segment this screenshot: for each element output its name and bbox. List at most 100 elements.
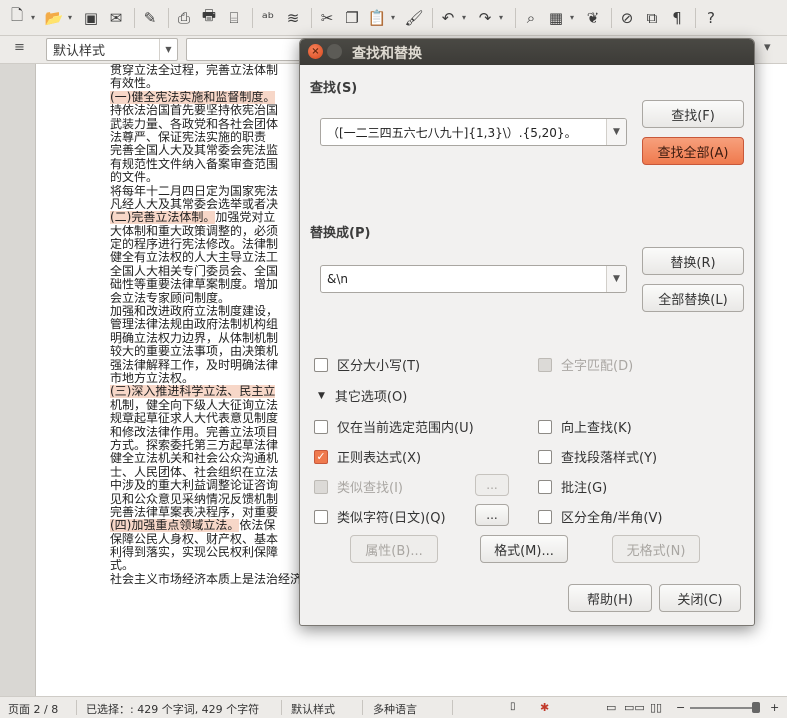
table-dropdown-icon[interactable]: ▾ [570,13,578,22]
document-line-text: 中涉及的重大利益调整论证咨询 [110,479,279,493]
help-icon[interactable]: ? [700,7,722,29]
document-line-text: 和修改法律作用。完善立法项目 [110,425,279,439]
paste-icon[interactable]: 📋 [366,7,388,29]
table-icon[interactable]: ▦ [545,7,567,29]
search-match-highlight[interactable]: (一)健全宪法实施和监督制度。 [110,90,276,104]
replace-button[interactable]: 替换(R) [642,247,744,275]
zoom-out-icon[interactable]: − [676,701,685,714]
other-options-expander[interactable]: ▼ 其它选项(O) [318,386,407,405]
open-dropdown-icon[interactable]: ▾ [68,13,76,22]
gallery-icon[interactable]: ⧉ [641,7,663,29]
replace-input[interactable]: &\n ▼ [320,265,627,293]
spellcheck-icon[interactable]: ᵃᵇ [257,7,279,29]
page-indicator[interactable]: 页面 2 / 8 [8,701,58,717]
checkbox-box[interactable] [314,357,328,372]
whole-words-checkbox[interactable]: 全字匹配(D) [538,355,633,374]
print-icon[interactable]: 🖶 [198,6,220,29]
email-icon[interactable]: ✉ [105,7,127,29]
document-line-text: 将每年十二月四日定为国家宪法 [110,184,279,198]
new-document-icon[interactable]: 🗋 [6,6,28,29]
document-line-text: 武装力量、各政党和各社会团体 [110,117,279,131]
multi-page-view-icon[interactable]: ▭▭ [624,701,645,714]
styles-icon[interactable]: ≡ [14,40,25,55]
formatting-marks-icon[interactable]: ¶ [666,7,688,29]
help-button[interactable]: 帮助(H) [568,584,652,612]
zoom-slider-handle[interactable] [752,702,760,713]
replace-all-button[interactable]: 全部替换(L) [642,284,744,312]
word-count[interactable]: 已选择：: 429 个字词, 429 个字符 [86,701,259,717]
open-icon[interactable]: 📂 [43,7,65,29]
minimize-icon[interactable] [327,44,342,59]
checkbox-box[interactable] [538,509,552,524]
find-next-button[interactable]: 查找(F) [642,100,744,128]
document-line-text: 础性等重要法律草案制度。增加 [110,278,279,292]
page-style[interactable]: 默认样式 [291,701,335,717]
search-match-highlight[interactable]: (三)深入推进科学立法、民主立 [110,385,276,399]
sounds-like-options-button[interactable]: ... [475,504,509,526]
export-pdf-icon[interactable]: ⎙ [173,7,195,29]
document-line-text: 较大的重要立法事项，由决策机 [110,345,279,359]
find-replace-icon[interactable]: ⌕ [520,7,542,29]
chevron-down-icon[interactable]: ▼ [159,39,177,60]
document-line-text: 的文件。 [110,171,159,185]
checkbox-box[interactable] [538,449,552,464]
checkbox-box[interactable] [314,419,328,434]
navigator-icon[interactable]: ⊘ [616,7,638,29]
match-case-checkbox[interactable]: 区分大小写(T) [314,355,420,374]
checkbox-box[interactable] [538,357,552,372]
regex-checkbox[interactable]: ✓ 正则表达式(X) [314,447,421,466]
autospellcheck-icon[interactable]: ≋ [282,7,304,29]
checkbox-box[interactable] [314,479,328,494]
similarity-options-button[interactable]: ... [475,474,509,496]
font-name-select[interactable] [186,38,306,61]
print-preview-icon[interactable]: ⌸ [223,7,245,29]
checkbox-box[interactable] [314,509,328,524]
search-match-highlight[interactable]: (四)加强重点领域立法。 [110,519,240,533]
book-view-icon[interactable]: ▯▯ [650,701,662,714]
attributes-button[interactable]: 属性(B)... [350,535,438,563]
similarity-checkbox[interactable]: 类似查找(I) [314,477,403,496]
close-button[interactable]: 关闭(C) [659,584,741,612]
zoom-slider[interactable] [690,707,760,709]
checkbox-box[interactable] [538,419,552,434]
signature-icon[interactable]: ✱ [540,701,549,714]
sounds-like-checkbox[interactable]: 类似字符(日文)(Q) [314,507,446,526]
single-page-view-icon[interactable]: ▭ [606,701,616,714]
paragraph-styles-checkbox[interactable]: 查找段落样式(Y) [538,447,657,466]
match-width-checkbox[interactable]: 区分全角/半角(V) [538,507,662,526]
comments-checkbox[interactable]: 批注(G) [538,477,607,496]
redo-icon[interactable]: ↷ [474,7,496,29]
paragraph-style-select[interactable]: 默认样式 ▼ [46,38,178,61]
undo-icon[interactable]: ↶ [437,7,459,29]
insert-mode-icon[interactable]: ▯ [510,701,516,712]
close-icon[interactable]: × [308,44,323,59]
search-match-highlight[interactable]: (二)完善立法体制。 [110,211,216,225]
paste-dropdown-icon[interactable]: ▾ [391,13,399,22]
current-selection-checkbox[interactable]: 仅在当前选定范围内(U) [314,417,474,436]
copy-icon[interactable]: ❐ [341,7,363,29]
edit-mode-icon[interactable]: ✎ [139,7,161,29]
whole-words-label: 全字匹配(D) [561,359,634,374]
undo-dropdown-icon[interactable]: ▾ [462,13,470,22]
save-icon[interactable]: ▣ [80,7,102,29]
find-label: 查找(S) [310,81,358,96]
zoom-in-icon[interactable]: + [770,701,779,714]
language[interactable]: 多种语言 [373,701,417,717]
image-icon[interactable]: ❦ [582,7,604,29]
chevron-down-icon[interactable]: ▼ [606,119,626,145]
find-input[interactable]: （[一二三四五六七八九十]{1,3}\）.{5,20}。 ▼ [320,118,627,146]
redo-dropdown-icon[interactable]: ▾ [499,13,507,22]
dialog-titlebar[interactable]: × 查找和替换 [300,39,754,65]
checkbox-box[interactable] [538,479,552,494]
no-format-button[interactable]: 无格式(N) [612,535,700,563]
find-all-button[interactable]: 查找全部(A) [642,137,744,165]
new-dropdown-icon[interactable]: ▾ [31,13,39,22]
backwards-checkbox[interactable]: 向上查找(K) [538,417,632,436]
cut-icon[interactable]: ✂ [316,7,338,29]
chevron-down-icon[interactable]: ▼ [606,266,626,292]
clone-formatting-icon[interactable]: 🖌 [403,7,425,29]
checkmark-icon[interactable]: ✓ [314,449,328,464]
format-button[interactable]: 格式(M)... [480,535,568,563]
document-line-text: 见和公众意见采纳情况反馈机制 [110,492,279,506]
chevron-down-icon[interactable]: ▾ [764,40,771,55]
